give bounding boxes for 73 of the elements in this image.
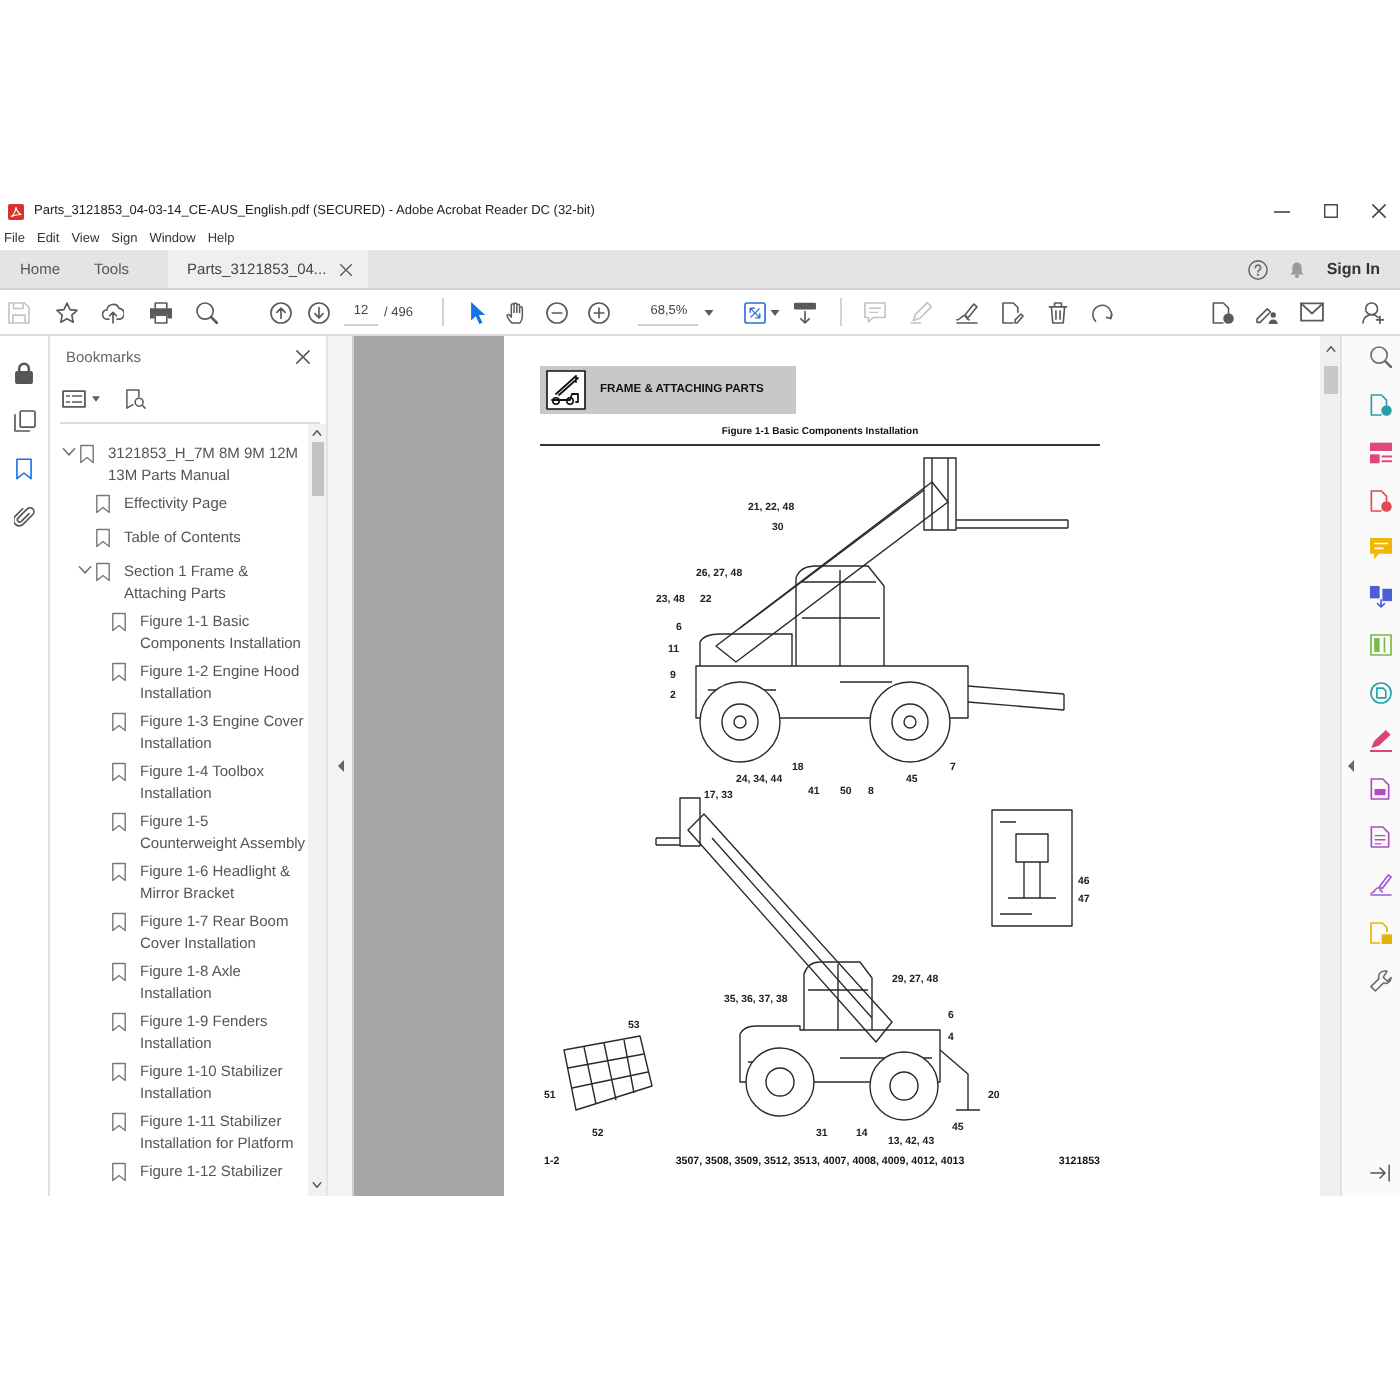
- collapse-arrow-icon[interactable]: [337, 760, 343, 772]
- minimize-icon[interactable]: [1274, 209, 1290, 213]
- bookmark-icon: [112, 611, 126, 631]
- close-icon[interactable]: [340, 263, 353, 275]
- scroll-down-icon[interactable]: [312, 1182, 322, 1188]
- expand-panel-icon[interactable]: [1370, 1164, 1390, 1182]
- bookmark-icon: [112, 911, 126, 931]
- platform-drawing: [563, 1035, 653, 1111]
- help-icon[interactable]: [1248, 259, 1269, 279]
- bookmark-icon[interactable]: [16, 458, 32, 480]
- caret-icon[interactable]: [770, 309, 781, 315]
- zoom-in-icon[interactable]: [588, 301, 611, 323]
- cloud-upload-icon[interactable]: [102, 301, 124, 323]
- maximize-icon[interactable]: [1324, 204, 1338, 218]
- files-arrow-icon[interactable]: [1369, 586, 1391, 608]
- mail-icon[interactable]: [1300, 302, 1324, 322]
- bookmark-icon: [80, 443, 94, 463]
- search-icon[interactable]: [196, 301, 218, 323]
- bookmark-icon: [112, 1111, 126, 1131]
- sign-in-button[interactable]: Sign In: [1326, 260, 1380, 278]
- wrench-icon[interactable]: [1369, 970, 1391, 992]
- chevron-down-icon[interactable]: [61, 448, 75, 456]
- bookmark-icon: [112, 961, 126, 981]
- pointer-icon[interactable]: [470, 301, 487, 323]
- list-view-icon[interactable]: [62, 390, 86, 408]
- bookmark-icon: [112, 1061, 126, 1081]
- scroll-up-icon[interactable]: [1325, 346, 1335, 352]
- fit-page-icon[interactable]: [744, 301, 767, 323]
- paperclip-icon[interactable]: [13, 506, 35, 528]
- collapse-arrow-icon[interactable]: [1348, 760, 1354, 772]
- scrollbar-thumb[interactable]: [1323, 366, 1337, 394]
- file-badge-icon[interactable]: [1369, 394, 1391, 416]
- scrollbar-thumb[interactable]: [311, 442, 323, 496]
- rotate-icon[interactable]: [1092, 301, 1115, 323]
- hand-icon[interactable]: [506, 301, 527, 323]
- bookmark-search-icon[interactable]: [126, 388, 146, 410]
- pen-icon[interactable]: [1369, 730, 1391, 752]
- arrow-down-icon[interactable]: [308, 301, 330, 323]
- layout-icon[interactable]: [1369, 442, 1391, 464]
- caret-icon[interactable]: [92, 396, 100, 402]
- bookmark-icon: [112, 861, 126, 881]
- bar-arrow-down-icon[interactable]: [794, 301, 817, 323]
- zoom-out-icon[interactable]: [546, 301, 569, 323]
- bookmark-icon: [112, 1161, 126, 1181]
- signature-pen-icon[interactable]: [956, 301, 979, 323]
- lock-icon[interactable]: [14, 362, 34, 384]
- bookmark-icon: [112, 711, 126, 731]
- pages-icon[interactable]: [13, 410, 35, 432]
- chevron-down-icon[interactable]: [77, 566, 91, 574]
- file-badge-icon[interactable]: [1369, 490, 1391, 512]
- file-badge-icon[interactable]: [1212, 301, 1234, 323]
- file-icon[interactable]: [1370, 778, 1390, 800]
- telehandler-icon: [546, 370, 586, 410]
- print-icon[interactable]: [149, 301, 171, 323]
- close-icon[interactable]: [1372, 204, 1386, 218]
- file-lines-icon[interactable]: [1370, 826, 1390, 848]
- bookmark-icon: [112, 811, 126, 831]
- delete-icon[interactable]: [1048, 301, 1069, 323]
- bookmark-icon: [112, 1011, 126, 1031]
- bookmark-icon: [112, 761, 126, 781]
- star-icon[interactable]: [55, 301, 77, 323]
- detail-drawing: [991, 809, 1073, 927]
- circled-file-icon[interactable]: [1369, 682, 1391, 704]
- scroll-up-icon[interactable]: [312, 430, 322, 436]
- caret-icon[interactable]: [704, 309, 715, 315]
- pdf-file-icon: [8, 203, 24, 219]
- close-icon[interactable]: [296, 349, 310, 363]
- search-icon[interactable]: [1369, 346, 1391, 368]
- pen-underline-icon[interactable]: [1369, 874, 1391, 896]
- arrow-up-icon[interactable]: [270, 301, 292, 323]
- user-add-icon[interactable]: [1362, 301, 1384, 323]
- bookmark-icon: [112, 661, 126, 681]
- file-pen-icon[interactable]: [1002, 301, 1025, 323]
